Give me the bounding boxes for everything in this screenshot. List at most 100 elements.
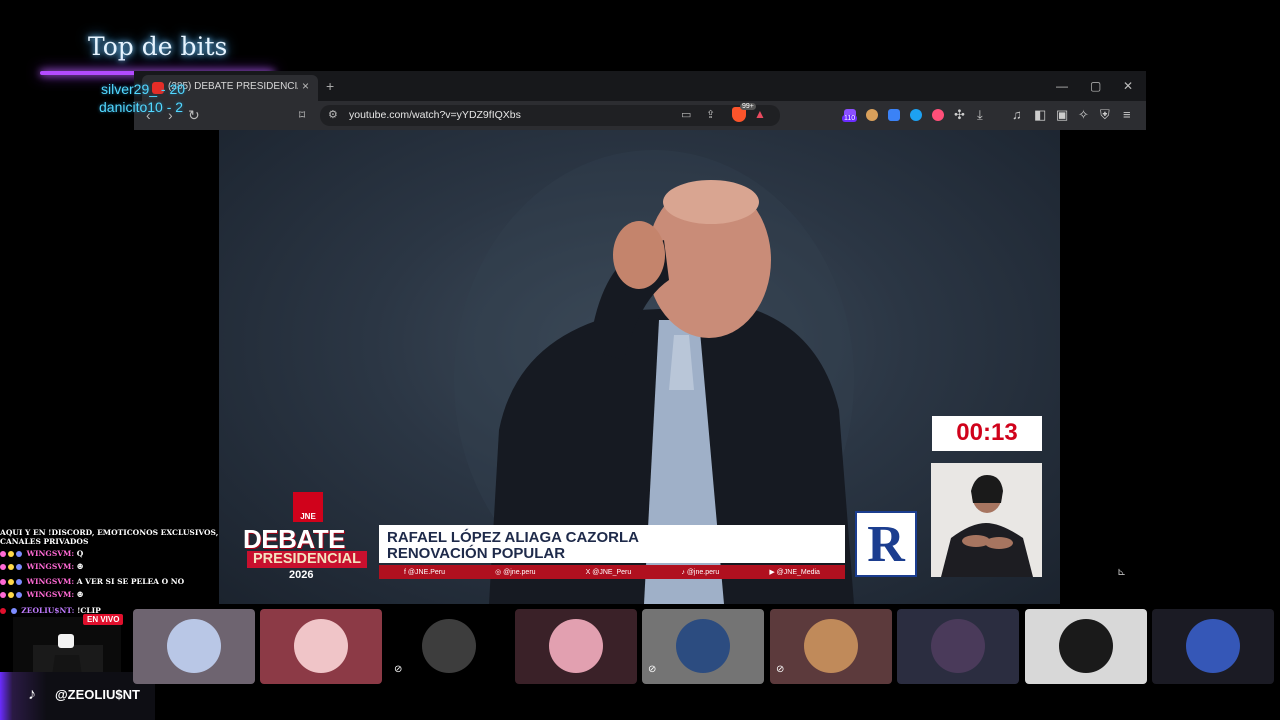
leo-ai-icon[interactable]: ✧ [1078,107,1089,123]
vpn-icon[interactable]: ⛨ [1100,107,1110,123]
presidencial-band: PRESIDENCIAL [247,551,367,568]
chat-message: WINGSVM: ☻ [0,590,83,599]
mic-off-icon: ⊘ [394,664,403,675]
tab-title: (285) DEBATE PRESIDENCIAL [168,81,298,92]
participant-avatar [676,619,730,673]
close-window-button[interactable]: ✕ [1123,79,1133,93]
badge-icon [10,608,17,614]
menu-icon[interactable]: ≡ [1123,107,1131,122]
debate-year: 2026 [289,569,314,581]
extension-badge: 110 [842,115,858,122]
live-badge: EN VIVO [83,614,124,625]
participant-tile[interactable] [133,609,255,684]
badge-icon [0,592,6,598]
social-handle: ▶ @JNE_Media [769,569,820,576]
sign-language-interpreter [931,463,1042,577]
chat-message: WINGSVM: ☻ [0,562,83,571]
party-name: RENOVACIÓN POPULAR [387,545,566,562]
jne-logo-text: JNE [300,512,316,521]
maximize-button[interactable]: ▢ [1090,79,1101,93]
extension-5-icon[interactable] [932,109,944,121]
participant-avatar [422,619,476,673]
address-bar[interactable]: ⚙ youtube.com/watch?v=yYDZ9fIQXbs ▭ ⇪ 99… [320,103,780,126]
badge-icon [0,579,6,585]
badge-icon [8,579,14,585]
badge-icon [8,592,14,598]
lower-third: RAFAEL LÓPEZ ALIAGA CAZORLA RENOVACIÓN P… [379,525,845,563]
participant-tile[interactable]: ⊘ [770,609,892,684]
media-controls-icon[interactable]: ♫ [1012,107,1022,122]
share-icon[interactable]: ⇪ [706,108,715,121]
badge-icon [0,608,6,614]
debate-logo: DEBATE PRESIDENCIAL 2026 [243,524,371,581]
participant-tile[interactable]: ⊘ [388,609,510,684]
wallet-icon[interactable]: ▣ [1056,107,1068,123]
brave-rewards-icon[interactable]: ▲ [754,107,766,121]
top-bits-title: Top de bits [88,32,228,61]
participant-tile[interactable] [515,609,637,684]
badge-icon [16,592,22,598]
participant-tile[interactable] [897,609,1019,684]
social-handle: X @JNE_Peru [585,568,632,576]
mic-off-icon: ⊘ [776,664,785,675]
social-handles-bar: f @JNE.Peru ◎ @jne.peru X @JNE_Peru ♪ @j… [379,565,845,579]
chat-message: CANALES PRIVADOS [0,537,89,546]
cast-icon[interactable]: ▭ [681,108,691,121]
participant-avatar [549,619,603,673]
presidencial-word: PRESIDENCIAL [253,551,361,567]
badge-icon [16,579,22,585]
top-bits-entry: silver29_ - 20 [101,81,186,97]
badge-icon [8,551,14,557]
tab-close-icon[interactable]: × [302,79,309,93]
stream-branding-bar: ♪ @ZEOLIU$NT [0,672,155,720]
participant-avatar [1186,619,1240,673]
video-player[interactable]: JNE DEBATE PRESIDENCIAL 2026 RAFAEL LÓPE… [219,130,1060,604]
new-tab-button[interactable]: + [326,78,334,94]
extension-2-icon[interactable] [866,109,878,121]
bookmark-icon[interactable]: ⌑ [299,108,305,122]
chat-message: AQUI Y EN !DISCORD, EMOTICONOS EXCLUSIVO… [0,528,219,537]
participant-avatar [804,619,858,673]
extension-3-icon[interactable] [888,109,900,121]
extension-4-icon[interactable] [910,109,922,121]
tab-strip: (285) DEBATE PRESIDENCIAL × + — ▢ ✕ [134,71,1146,101]
browser-window: (285) DEBATE PRESIDENCIAL × + — ▢ ✕ ‹ › … [134,71,1146,130]
chat-message: WINGSVM: Q [0,549,83,558]
streamer-handle: @ZEOLIU$NT [55,687,140,702]
sidebar-icon[interactable]: ◧ [1034,107,1046,123]
site-settings-icon[interactable]: ⚙ [328,108,338,121]
jne-logo: JNE [293,492,323,522]
chat-message: WINGSVM: A VER SI SE PELEA O NO [0,577,184,586]
party-logo: R [855,511,917,577]
participant-tile[interactable] [1025,609,1147,684]
party-logo-letter: R [867,516,905,573]
social-handle: f @JNE.Peru [404,568,445,576]
participant-avatar [167,619,221,673]
participant-avatar [931,619,985,673]
browser-toolbar: ‹ › ↻ ⌑ ⚙ youtube.com/watch?v=yYDZ9fIQXb… [134,101,1146,130]
extensions-puzzle-icon[interactable]: ✣ [954,107,965,123]
badge-icon [16,564,22,570]
candidate-name: RAFAEL LÓPEZ ALIAGA CAZORLA [387,529,639,546]
mic-off-icon: ⊘ [648,664,657,675]
download-icon[interactable]: ⤓ [977,107,983,123]
timer-box: 00:13 [932,416,1042,451]
lock-icon: ⊾ [1117,566,1127,578]
social-handle: ♪ @jne.peru [681,568,720,576]
badge-icon [16,551,22,557]
url-text[interactable]: youtube.com/watch?v=yYDZ9fIQXbs [349,109,521,121]
participant-avatar [294,619,348,673]
badge-icon [8,564,14,570]
debate-timer: 00:13 [956,419,1018,446]
participant-tile[interactable]: ⊘ [642,609,764,684]
minimize-button[interactable]: — [1056,79,1068,93]
social-handle: ◎ @jne.peru [495,569,536,576]
badge-icon [0,564,6,570]
participant-avatar [1059,619,1113,673]
badge-icon [0,551,6,557]
participant-tile[interactable] [1152,609,1274,684]
top-bits-entry: danicito10 - 2 [99,99,184,115]
tiktok-icon: ♪ [28,686,36,703]
reload-button[interactable]: ↻ [188,107,200,124]
participant-tile[interactable] [260,609,382,684]
